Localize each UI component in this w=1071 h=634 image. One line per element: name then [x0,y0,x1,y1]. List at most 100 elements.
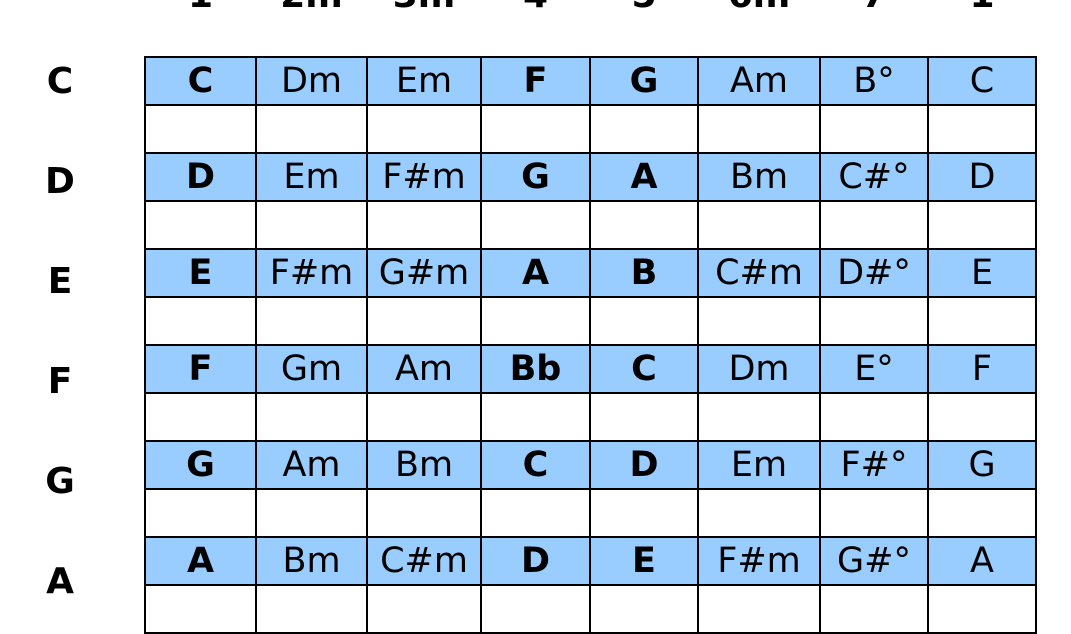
chord-cell: Dm [697,344,821,394]
degree-label: 2m [280,0,343,16]
blank-row [144,584,1037,634]
chord-cell: Gm [255,344,368,394]
chord-cell: Am [255,440,368,490]
chord-cell: C [589,344,699,394]
blank-cell [255,488,368,538]
chord-cell: D [589,440,699,490]
chord-cell: A [480,248,591,298]
blank-cell [697,392,821,442]
chord-row-D: D Em F#m G A Bm C#° D [144,152,1037,202]
blank-cell [589,104,699,154]
blank-cell [819,488,929,538]
chord-row-A: A Bm C#m D E F#m G#° A [144,536,1037,586]
blank-row [144,104,1037,154]
chord-cell: F#m [697,536,821,586]
blank-cell [144,200,257,250]
degree-label: 1 [969,0,994,16]
degree-label: 3m [393,0,456,16]
degree-label: 5 [631,0,656,16]
chord-cell: A [589,152,699,202]
blank-cell [927,392,1037,442]
chord-row-C: C Dm Em F G Am B° C [144,56,1037,106]
chord-cell: B° [819,56,929,106]
chord-row-E: E F#m G#m A B C#m D#° E [144,248,1037,298]
blank-cell [697,488,821,538]
chord-cell: G [589,56,699,106]
chord-cell: C [144,56,257,106]
blank-cell [589,296,699,346]
blank-cell [819,584,929,634]
chord-cell: Em [366,56,482,106]
chord-cell: B [589,248,699,298]
chord-cell: A [144,536,257,586]
blank-cell [480,296,591,346]
chord-cell: Bm [366,440,482,490]
blank-cell [480,584,591,634]
chord-cell: Dm [255,56,368,106]
chord-cell: F#m [366,152,482,202]
blank-row [144,392,1037,442]
chord-row-F: F Gm Am Bb C Dm E° F [144,344,1037,394]
blank-cell [144,104,257,154]
chord-cell: Bm [697,152,821,202]
blank-cell [144,296,257,346]
blank-cell [366,104,482,154]
blank-cell [589,488,699,538]
blank-row [144,488,1037,538]
chord-cell: G [144,440,257,490]
blank-cell [927,296,1037,346]
chord-cell: C#° [819,152,929,202]
blank-cell [255,392,368,442]
blank-cell [366,392,482,442]
chord-cell: D [144,152,257,202]
chord-row-G: G Am Bm C D Em F#° G [144,440,1037,490]
chord-cell: E [589,536,699,586]
blank-cell [255,200,368,250]
chord-cell: F [480,56,591,106]
chord-cell: Em [697,440,821,490]
key-label: G [45,461,75,502]
blank-cell [144,584,257,634]
chord-cell: Am [697,56,821,106]
chord-cell: D#° [819,248,929,298]
blank-cell [480,200,591,250]
chord-cell: C [927,56,1037,106]
blank-cell [697,200,821,250]
chord-cell: E [927,248,1037,298]
chord-cell: G [927,440,1037,490]
blank-cell [366,200,482,250]
chord-cell: G [480,152,591,202]
chord-cell: F [927,344,1037,394]
blank-cell [927,488,1037,538]
blank-cell [480,104,591,154]
blank-cell [589,200,699,250]
blank-cell [589,392,699,442]
blank-cell [927,200,1037,250]
key-label: D [45,161,75,202]
chord-cell: G#m [366,248,482,298]
chord-cell: Bm [255,536,368,586]
blank-cell [255,296,368,346]
degree-label: 4 [523,0,548,16]
blank-cell [819,200,929,250]
chord-cell: E [144,248,257,298]
blank-cell [589,584,699,634]
blank-cell [927,584,1037,634]
chord-cell: D [927,152,1037,202]
blank-cell [480,488,591,538]
blank-cell [366,488,482,538]
degree-header: 1 2m 3m 4 5 6m 7 1 [0,0,1071,16]
blank-cell [255,104,368,154]
blank-cell [819,392,929,442]
chord-cell: Am [366,344,482,394]
key-label: E [47,261,73,302]
chord-cell: C#m [366,536,482,586]
chord-cell: Em [255,152,368,202]
blank-cell [927,104,1037,154]
blank-cell [697,296,821,346]
chord-table: C Dm Em F G Am B° C D Em F#m G A Bm C#° D E F#m G#m A B C#m D#… [144,56,1037,634]
chord-cell: F#m [255,248,368,298]
key-label: A [46,561,74,602]
key-label: C [46,61,74,102]
chord-cell: E° [819,344,929,394]
